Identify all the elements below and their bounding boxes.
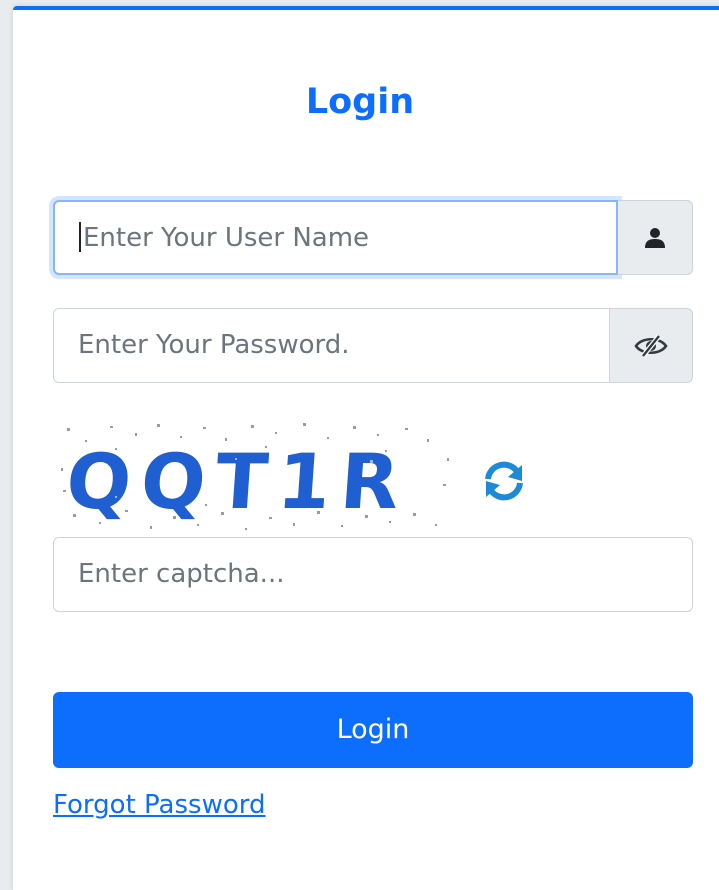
captcha-image: QQT1R [61,423,449,530]
password-toggle-button[interactable] [610,308,693,383]
text-caret [79,221,81,252]
eye-slash-icon [634,333,668,358]
forgot-password-link[interactable]: Forgot Password [53,790,265,820]
refresh-icon [485,461,523,501]
username-placeholder: Enter Your User Name [83,223,370,253]
password-placeholder: Enter Your Password. [78,330,350,360]
captcha-input[interactable]: Enter captcha... [53,537,693,612]
password-group: Enter Your Password. [53,308,693,383]
captcha-refresh-button[interactable] [473,450,535,512]
captcha-text: QQT1R [63,437,412,526]
login-card: Login Enter Your User Name Enter Your Pa… [13,6,719,890]
login-title: Login [305,82,415,122]
captcha-placeholder: Enter captcha... [78,559,285,589]
user-icon [645,227,665,248]
username-addon [618,200,693,275]
username-input[interactable]: Enter Your User Name [53,200,618,275]
login-button[interactable]: Login [53,692,693,768]
username-group: Enter Your User Name [53,200,693,275]
password-input[interactable]: Enter Your Password. [53,308,610,383]
